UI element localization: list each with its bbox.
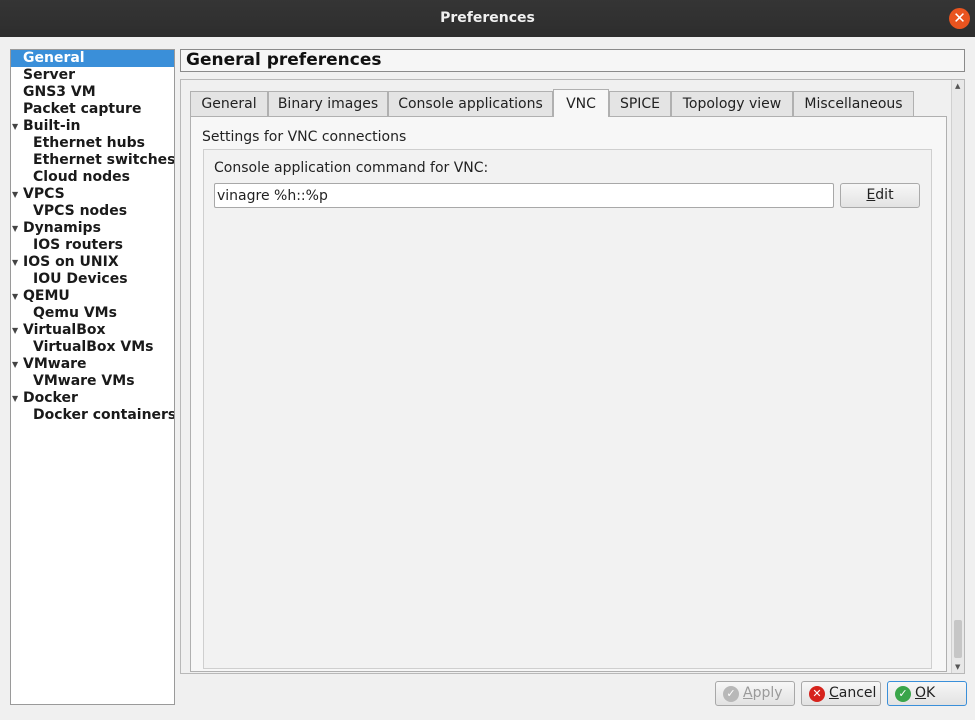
sidebar-item-ios-routers[interactable]: IOS routers [11, 237, 174, 254]
tab-console-applications[interactable]: Console applications [388, 91, 553, 117]
check-icon: ✓ [895, 686, 911, 702]
preferences-tree[interactable]: General Server GNS3 VM Packet capture ▼ Built… [10, 49, 175, 705]
sidebar-item-label: Ethernet hubs [33, 135, 145, 151]
sidebar-item-virtualbox-vms[interactable]: VirtualBox VMs [11, 339, 174, 356]
expand-arrow-icon[interactable]: ▼ [12, 118, 18, 135]
close-icon[interactable]: ✕ [949, 8, 970, 29]
sidebar-item-docker-containers[interactable]: Docker containers [11, 407, 174, 424]
scroll-down-icon[interactable]: ▼ [955, 663, 960, 671]
sidebar-item-vpcs[interactable]: ▼ VPCS [11, 186, 174, 203]
cancel-icon: ✕ [809, 686, 825, 702]
sidebar-item-ethernet-switches[interactable]: Ethernet switches [11, 152, 174, 169]
sidebar-item-label: General [23, 50, 85, 66]
sidebar-item-label: Ethernet switches [33, 152, 175, 168]
apply-button: ✓ Apply [715, 681, 795, 706]
window-title: Preferences [440, 10, 535, 26]
cancel-button[interactable]: ✕ Cancel [801, 681, 881, 706]
vnc-command-label: Console application command for VNC: [214, 160, 489, 176]
content-scrollbar[interactable]: ▲ ▼ [951, 80, 964, 673]
cancel-label: Cancel [829, 685, 877, 701]
sidebar-item-label: Dynamips [23, 220, 101, 236]
sidebar-item-label: QEMU [23, 288, 70, 304]
sidebar-item-ethernet-hubs[interactable]: Ethernet hubs [11, 135, 174, 152]
sidebar-item-gns3-vm[interactable]: GNS3 VM [11, 84, 174, 101]
check-icon: ✓ [723, 686, 739, 702]
sidebar-item-label: VirtualBox [23, 322, 106, 338]
edit-button[interactable]: Edit [840, 183, 920, 208]
tab-general[interactable]: General [190, 91, 268, 117]
tab-topology-view[interactable]: Topology view [671, 91, 793, 117]
sidebar-item-label: Qemu VMs [33, 305, 117, 321]
sidebar-item-vmware-vms[interactable]: VMware VMs [11, 373, 174, 390]
edit-button-label: Edit [866, 187, 894, 203]
expand-arrow-icon[interactable]: ▼ [12, 322, 18, 339]
sidebar-item-label: Docker containers [33, 407, 175, 423]
tab-miscellaneous[interactable]: Miscellaneous [793, 91, 914, 117]
tab-vnc[interactable]: VNC [553, 89, 609, 117]
scroll-up-icon[interactable]: ▲ [955, 82, 960, 90]
apply-label: Apply [743, 685, 783, 701]
sidebar-item-label: VPCS [23, 186, 65, 202]
sidebar-item-server[interactable]: Server [11, 67, 174, 84]
tab-spice[interactable]: SPICE [609, 91, 671, 117]
sidebar-item-label: Cloud nodes [33, 169, 130, 185]
expand-arrow-icon[interactable]: ▼ [12, 254, 18, 271]
expand-arrow-icon[interactable]: ▼ [12, 356, 18, 373]
sidebar-item-label: IOS routers [33, 237, 123, 253]
expand-arrow-icon[interactable]: ▼ [12, 288, 18, 305]
sidebar-item-qemu-vms[interactable]: Qemu VMs [11, 305, 174, 322]
sidebar-item-label: VPCS nodes [33, 203, 128, 219]
page-title: General preferences [180, 49, 965, 72]
sidebar-item-label: Docker [23, 390, 78, 406]
sidebar-item-general[interactable]: General [11, 50, 174, 67]
sidebar-item-packet-capture[interactable]: Packet capture [11, 101, 174, 118]
title-bar: Preferences ✕ [0, 0, 975, 37]
sidebar-item-label: Built-in [23, 118, 81, 134]
vnc-command-input[interactable] [214, 183, 834, 208]
sidebar-item-ios-on-unix[interactable]: ▼ IOS on UNIX [11, 254, 174, 271]
expand-arrow-icon[interactable]: ▼ [12, 390, 18, 407]
preferences-window: General Server GNS3 VM Packet capture ▼ Built… [0, 37, 975, 720]
expand-arrow-icon[interactable]: ▼ [12, 186, 18, 203]
expand-arrow-icon[interactable]: ▼ [12, 220, 18, 237]
sidebar-item-label: IOU Devices [33, 271, 128, 287]
sidebar-item-virtualbox[interactable]: ▼ VirtualBox [11, 322, 174, 339]
sidebar-item-label: VMware [23, 356, 87, 372]
sidebar-item-vmware[interactable]: ▼ VMware [11, 356, 174, 373]
ok-label: OK [915, 685, 936, 701]
ok-button[interactable]: ✓ OK [887, 681, 967, 706]
sidebar-item-cloud-nodes[interactable]: Cloud nodes [11, 169, 174, 186]
sidebar-item-label: VirtualBox VMs [33, 339, 154, 355]
content-area: General Binary images Console applicatio… [180, 79, 965, 674]
scrollbar-thumb[interactable] [954, 620, 962, 658]
vnc-tab-pane: Settings for VNC connections Console app… [190, 116, 947, 672]
sidebar-item-label: GNS3 VM [23, 84, 96, 100]
sidebar-item-iou-devices[interactable]: IOU Devices [11, 271, 174, 288]
sidebar-item-vpcs-nodes[interactable]: VPCS nodes [11, 203, 174, 220]
sidebar-item-dynamips[interactable]: ▼ Dynamips [11, 220, 174, 237]
sidebar-item-label: IOS on UNIX [23, 254, 119, 270]
tab-binary-images[interactable]: Binary images [268, 91, 388, 117]
vnc-settings-title: Settings for VNC connections [202, 129, 407, 145]
sidebar-item-docker[interactable]: ▼ Docker [11, 390, 174, 407]
sidebar-item-label: VMware VMs [33, 373, 135, 389]
sidebar-item-label: Packet capture [23, 101, 142, 117]
sidebar-item-built-in[interactable]: ▼ Built-in [11, 118, 174, 135]
vnc-command-group: Console application command for VNC: Edi… [203, 149, 932, 669]
sidebar-item-qemu[interactable]: ▼ QEMU [11, 288, 174, 305]
sidebar-item-label: Server [23, 67, 76, 83]
